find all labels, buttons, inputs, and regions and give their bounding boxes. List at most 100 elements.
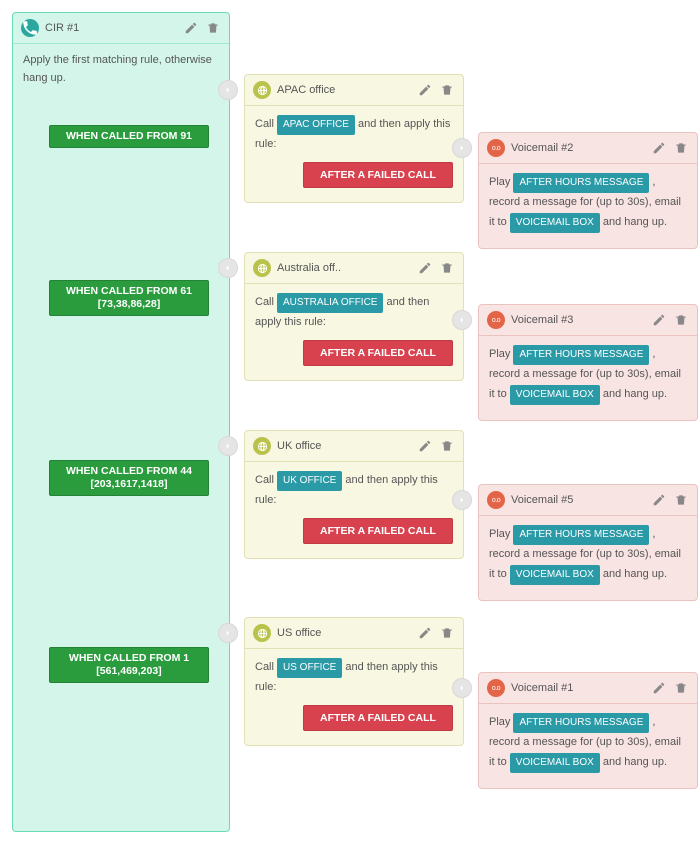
box-tag[interactable]: VOICEMAIL BOX	[510, 385, 600, 405]
vm-play: Play	[489, 716, 513, 728]
voicemail-card: o.o Voicemail #2 Play AFTER HOURS MESSAGE …	[478, 132, 698, 249]
vm-title: Voicemail #1	[511, 682, 651, 694]
delete-icon[interactable]	[673, 492, 689, 508]
failed-call-button[interactable]: AFTER A FAILED CALL	[303, 162, 453, 189]
delete-icon[interactable]	[439, 625, 455, 641]
arrow-icon	[218, 436, 238, 456]
rule-button[interactable]: WHEN CALLED FROM 61 [73,38,86,28]	[49, 280, 209, 316]
globe-icon	[253, 624, 271, 642]
vm-end: and hang up.	[600, 388, 667, 400]
voicemail-card: o.o Voicemail #1 Play AFTER HOURS MESSAGE …	[478, 672, 698, 789]
box-tag[interactable]: VOICEMAIL BOX	[510, 213, 600, 233]
vm-header: o.o Voicemail #2	[479, 133, 697, 164]
arrow-icon	[218, 258, 238, 278]
vm-body: Play AFTER HOURS MESSAGE , record a mess…	[479, 516, 697, 600]
delete-icon[interactable]	[673, 312, 689, 328]
office-header: APAC office	[245, 75, 463, 106]
delete-icon[interactable]	[205, 20, 221, 36]
office-tag[interactable]: UK OFFICE	[277, 471, 342, 491]
arrow-icon	[452, 678, 472, 698]
call-prefix: Call	[255, 296, 277, 308]
edit-icon[interactable]	[417, 625, 433, 641]
voicemail-card: o.o Voicemail #5 Play AFTER HOURS MESSAGE …	[478, 484, 698, 601]
arrow-icon	[452, 138, 472, 158]
office-body: Call US OFFICE and then apply this rule:…	[245, 649, 463, 745]
edit-icon[interactable]	[651, 680, 667, 696]
edit-icon[interactable]	[417, 82, 433, 98]
office-title: US office	[277, 627, 417, 639]
arrow-icon	[218, 80, 238, 100]
vm-end: and hang up.	[600, 568, 667, 580]
vm-end: and hang up.	[600, 216, 667, 228]
edit-icon[interactable]	[417, 260, 433, 276]
office-card: US office Call US OFFICE and then apply t…	[244, 617, 464, 746]
office-tag[interactable]: APAC OFFICE	[277, 115, 355, 135]
vm-title: Voicemail #3	[511, 314, 651, 326]
edit-icon[interactable]	[651, 312, 667, 328]
vm-play: Play	[489, 348, 513, 360]
cir-title: CIR #1	[45, 22, 183, 34]
edit-icon[interactable]	[651, 492, 667, 508]
office-card: UK office Call UK OFFICE and then apply t…	[244, 430, 464, 559]
call-prefix: Call	[255, 474, 277, 486]
call-prefix: Call	[255, 661, 277, 673]
arrow-icon	[452, 490, 472, 510]
voicemail-icon: o.o	[487, 491, 505, 509]
arrow-icon	[218, 623, 238, 643]
rule-button[interactable]: WHEN CALLED FROM 91	[49, 125, 209, 148]
delete-icon[interactable]	[673, 140, 689, 156]
box-tag[interactable]: VOICEMAIL BOX	[510, 753, 600, 773]
vm-header: o.o Voicemail #5	[479, 485, 697, 516]
arrow-icon	[452, 310, 472, 330]
vm-play: Play	[489, 176, 513, 188]
vm-body: Play AFTER HOURS MESSAGE , record a mess…	[479, 336, 697, 420]
cir-card: CIR #1 Apply the first matching rule, ot…	[12, 12, 230, 832]
rule-button[interactable]: WHEN CALLED FROM 1 [561,469,203]	[49, 647, 209, 683]
delete-icon[interactable]	[439, 260, 455, 276]
voicemail-icon: o.o	[487, 679, 505, 697]
voicemail-card: o.o Voicemail #3 Play AFTER HOURS MESSAGE …	[478, 304, 698, 421]
delete-icon[interactable]	[439, 438, 455, 454]
vm-header: o.o Voicemail #1	[479, 673, 697, 704]
message-tag[interactable]: AFTER HOURS MESSAGE	[513, 173, 649, 193]
office-tag[interactable]: AUSTRALIA OFFICE	[277, 293, 383, 313]
vm-play: Play	[489, 528, 513, 540]
failed-call-button[interactable]: AFTER A FAILED CALL	[303, 705, 453, 732]
cir-header: CIR #1	[13, 13, 229, 44]
edit-icon[interactable]	[183, 20, 199, 36]
globe-icon	[253, 259, 271, 277]
voicemail-icon: o.o	[487, 311, 505, 329]
office-body: Call UK OFFICE and then apply this rule:…	[245, 462, 463, 558]
office-tag[interactable]: US OFFICE	[277, 658, 342, 678]
box-tag[interactable]: VOICEMAIL BOX	[510, 565, 600, 585]
office-body: Call AUSTRALIA OFFICE and then apply thi…	[245, 284, 463, 380]
voicemail-icon: o.o	[487, 139, 505, 157]
office-header: Australia off..	[245, 253, 463, 284]
vm-title: Voicemail #5	[511, 494, 651, 506]
vm-title: Voicemail #2	[511, 142, 651, 154]
office-title: UK office	[277, 440, 417, 452]
edit-icon[interactable]	[651, 140, 667, 156]
failed-call-button[interactable]: AFTER A FAILED CALL	[303, 518, 453, 545]
delete-icon[interactable]	[439, 82, 455, 98]
globe-icon	[253, 81, 271, 99]
vm-end: and hang up.	[600, 756, 667, 768]
call-prefix: Call	[255, 118, 277, 130]
vm-header: o.o Voicemail #3	[479, 305, 697, 336]
rule-button[interactable]: WHEN CALLED FROM 44 [203,1617,1418]	[49, 460, 209, 496]
message-tag[interactable]: AFTER HOURS MESSAGE	[513, 525, 649, 545]
message-tag[interactable]: AFTER HOURS MESSAGE	[513, 345, 649, 365]
phone-icon	[21, 19, 39, 37]
office-title: APAC office	[277, 84, 417, 96]
delete-icon[interactable]	[673, 680, 689, 696]
edit-icon[interactable]	[417, 438, 433, 454]
vm-body: Play AFTER HOURS MESSAGE , record a mess…	[479, 164, 697, 248]
office-header: UK office	[245, 431, 463, 462]
office-body: Call APAC OFFICE and then apply this rul…	[245, 106, 463, 202]
message-tag[interactable]: AFTER HOURS MESSAGE	[513, 713, 649, 733]
globe-icon	[253, 437, 271, 455]
office-title: Australia off..	[277, 262, 417, 274]
vm-body: Play AFTER HOURS MESSAGE , record a mess…	[479, 704, 697, 788]
cir-body: Apply the first matching rule, otherwise…	[13, 44, 229, 831]
failed-call-button[interactable]: AFTER A FAILED CALL	[303, 340, 453, 367]
